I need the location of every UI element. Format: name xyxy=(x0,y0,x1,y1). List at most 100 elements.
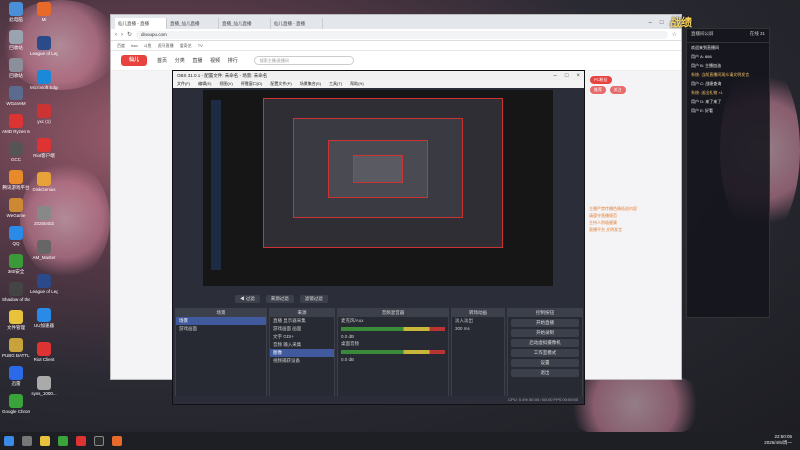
minimize-icon[interactable]: – xyxy=(554,73,557,79)
start-recording-button[interactable]: 开始录制 xyxy=(511,329,579,337)
scene-item[interactable]: 场景 xyxy=(176,317,266,325)
app-icon[interactable] xyxy=(76,436,86,446)
desktop-icon[interactable]: Riot客户端 xyxy=(30,138,58,158)
source-item[interactable]: 视频捕获设备 xyxy=(270,357,334,365)
start-streaming-button[interactable]: 开始直播 xyxy=(511,319,579,327)
chat-message-list: 欢迎来到直播间 用户 A: 666 用户 B: 主播加油 系统: 当前直播间观众请文明… xyxy=(687,43,769,115)
site-nav-item[interactable]: 分类 xyxy=(175,58,185,64)
virtual-camera-button[interactable]: 启动虚拟摄像机 xyxy=(511,339,579,347)
source-item[interactable]: 直播 显示器采集 xyxy=(270,317,334,325)
filter-button[interactable]: 滤镜过滤 xyxy=(299,295,328,303)
source-item[interactable]: 文字 GDI+ xyxy=(270,333,334,341)
scene-item[interactable]: 游戏画面 xyxy=(176,325,266,333)
reload-icon[interactable]: ↻ xyxy=(127,31,132,38)
desktop-icon[interactable]: QQ xyxy=(2,226,30,246)
site-nav-item[interactable]: 直播 xyxy=(192,58,202,64)
desktop-icon-label: Mi xyxy=(41,17,47,22)
site-nav-item[interactable]: 视频 xyxy=(210,58,220,64)
bookmark-item[interactable]: 斗鱼 xyxy=(144,43,152,49)
browser-tab[interactable]: 仙儿直播 - 直播 xyxy=(115,18,167,29)
minimize-icon[interactable]: – xyxy=(649,20,652,26)
desktop-icon[interactable]: 回收站 xyxy=(2,30,30,50)
settings-button[interactable]: 设置 xyxy=(511,359,579,367)
studio-mode-button[interactable]: 工作室模式 xyxy=(511,349,579,357)
transition-duration-input[interactable]: 300 ms xyxy=(452,325,504,332)
menu-item[interactable]: 场景集合(S) xyxy=(300,81,321,87)
maximize-icon[interactable]: □ xyxy=(660,20,664,26)
desktop-icon[interactable]: UU加速器 xyxy=(30,308,58,328)
star-icon[interactable]: ☆ xyxy=(672,31,677,38)
url-input[interactable]: dinoupu.com xyxy=(136,30,668,39)
bookmark-item[interactable]: 虎牙直播 xyxy=(158,43,174,49)
bookmark-item[interactable]: 爱奇艺 xyxy=(180,43,192,49)
desktop-icon[interactable]: GCC xyxy=(2,142,30,162)
desktop-icon[interactable]: Microsoft Edge xyxy=(30,70,58,90)
search-icon[interactable] xyxy=(22,436,32,446)
transition-type-select[interactable]: 淡入淡出 xyxy=(452,317,504,325)
bookmark-item[interactable]: 百度 xyxy=(117,43,125,49)
desktop-icon[interactable]: WGaVeM xyxy=(2,86,30,106)
close-icon[interactable]: × xyxy=(576,73,580,79)
site-logo[interactable]: 仙儿 xyxy=(121,55,147,66)
desktop-icon[interactable]: 回收站 xyxy=(2,58,30,78)
desktop-icon[interactable]: Mi xyxy=(30,2,58,22)
system-tray-clock[interactable]: 22:50:05 2025/4/6/周一 xyxy=(764,434,792,446)
desktop-icon[interactable]: League of Legends xyxy=(30,274,58,294)
site-nav-item[interactable]: 首页 xyxy=(157,58,167,64)
volume-meter xyxy=(341,327,445,331)
browser-tab-bar: 仙儿直播 - 直播 直播_仙儿直播 直播_仙儿直播 仙儿直播 - 直播 – □ … xyxy=(111,15,681,29)
source-item[interactable]: 图像 xyxy=(270,349,334,357)
desktop-icon[interactable]: Shadow of the Tomb xyxy=(2,282,30,302)
desktop-icon[interactable]: 腾讯游戏平台 xyxy=(2,170,30,190)
app-icon[interactable] xyxy=(112,436,122,446)
obs-window[interactable]: OBS 31.0.1 - 配置文件: 未命名 - 场景: 未命名 – □ × 文件(… xyxy=(172,70,585,405)
back-icon[interactable]: ‹ xyxy=(115,32,117,38)
bookmark-item[interactable]: TV xyxy=(198,43,203,48)
desktop-app-icon xyxy=(9,282,23,296)
filter-button[interactable]: ◀ 过滤 xyxy=(235,295,260,303)
desktop-icon[interactable]: syss_1000... xyxy=(30,376,58,396)
desktop-icon[interactable]: League of Legends xyxy=(30,36,58,56)
desktop-icon[interactable]: 迅雷 xyxy=(2,366,30,386)
source-item[interactable]: 音频 输入采集 xyxy=(270,341,334,349)
browser-tab[interactable]: 直播_仙儿直播 xyxy=(219,18,271,29)
site-search-input[interactable]: 搜索主播/直播间 xyxy=(253,56,354,65)
desktop-icon[interactable]: 此电脑 xyxy=(2,2,30,22)
menu-item[interactable]: 工具(T) xyxy=(329,81,342,87)
desktop-icon[interactable]: 360安全 xyxy=(2,254,30,274)
obs-icon[interactable] xyxy=(94,436,104,446)
tag-pill[interactable]: 关注 xyxy=(609,86,626,94)
forward-icon[interactable]: › xyxy=(121,32,123,38)
desktop-icon[interactable]: Riot Client xyxy=(30,342,58,362)
desktop-icon[interactable]: 20250402 xyxy=(30,206,58,226)
desktop-icon[interactable]: Google Chrome xyxy=(2,394,30,414)
file-explorer-icon[interactable] xyxy=(40,436,50,446)
maximize-icon[interactable]: □ xyxy=(565,73,569,79)
menu-item[interactable]: 文件(F) xyxy=(177,81,190,87)
browser-tab[interactable]: 仙儿直播 - 直播 xyxy=(271,18,323,29)
desktop-icon[interactable]: WeGame xyxy=(2,198,30,218)
desktop-icon[interactable]: AM_Master xyxy=(30,240,58,260)
desktop-icon[interactable]: 文件管理 xyxy=(2,310,30,330)
browser-tab[interactable]: 直播_仙儿直播 xyxy=(167,18,219,29)
filter-button[interactable]: 来源过滤 xyxy=(265,295,294,303)
bookmark-item[interactable]: hao xyxy=(131,43,138,48)
menu-item[interactable]: 帮助(H) xyxy=(350,81,364,87)
menu-item[interactable]: 配置文件(P) xyxy=(270,81,291,87)
tag-pill[interactable]: PC粉丝 xyxy=(590,76,612,84)
menu-item[interactable]: 编辑(E) xyxy=(198,81,211,87)
desktop-icon[interactable]: AMD Ryzen Master xyxy=(2,114,30,134)
desktop-icon[interactable]: PUBG BATTLEGR xyxy=(2,338,30,358)
chrome-icon[interactable] xyxy=(58,436,68,446)
desktop-icon[interactable]: DiskGenius xyxy=(30,172,58,192)
windows-start-icon[interactable] xyxy=(4,436,14,446)
menu-item[interactable]: 停靠窗口(D) xyxy=(241,81,263,87)
menu-item[interactable]: 视图(V) xyxy=(219,81,232,87)
site-nav-item[interactable]: 排行 xyxy=(228,58,238,64)
desktop-icon[interactable]: yxc (1) xyxy=(30,104,58,124)
obs-preview[interactable] xyxy=(203,90,553,286)
exit-button[interactable]: 退出 xyxy=(511,369,579,377)
tag-pill[interactable]: 推荐 xyxy=(590,86,606,94)
desktop-app-icon xyxy=(37,172,51,186)
source-item[interactable]: 游戏画面 画面 xyxy=(270,325,334,333)
